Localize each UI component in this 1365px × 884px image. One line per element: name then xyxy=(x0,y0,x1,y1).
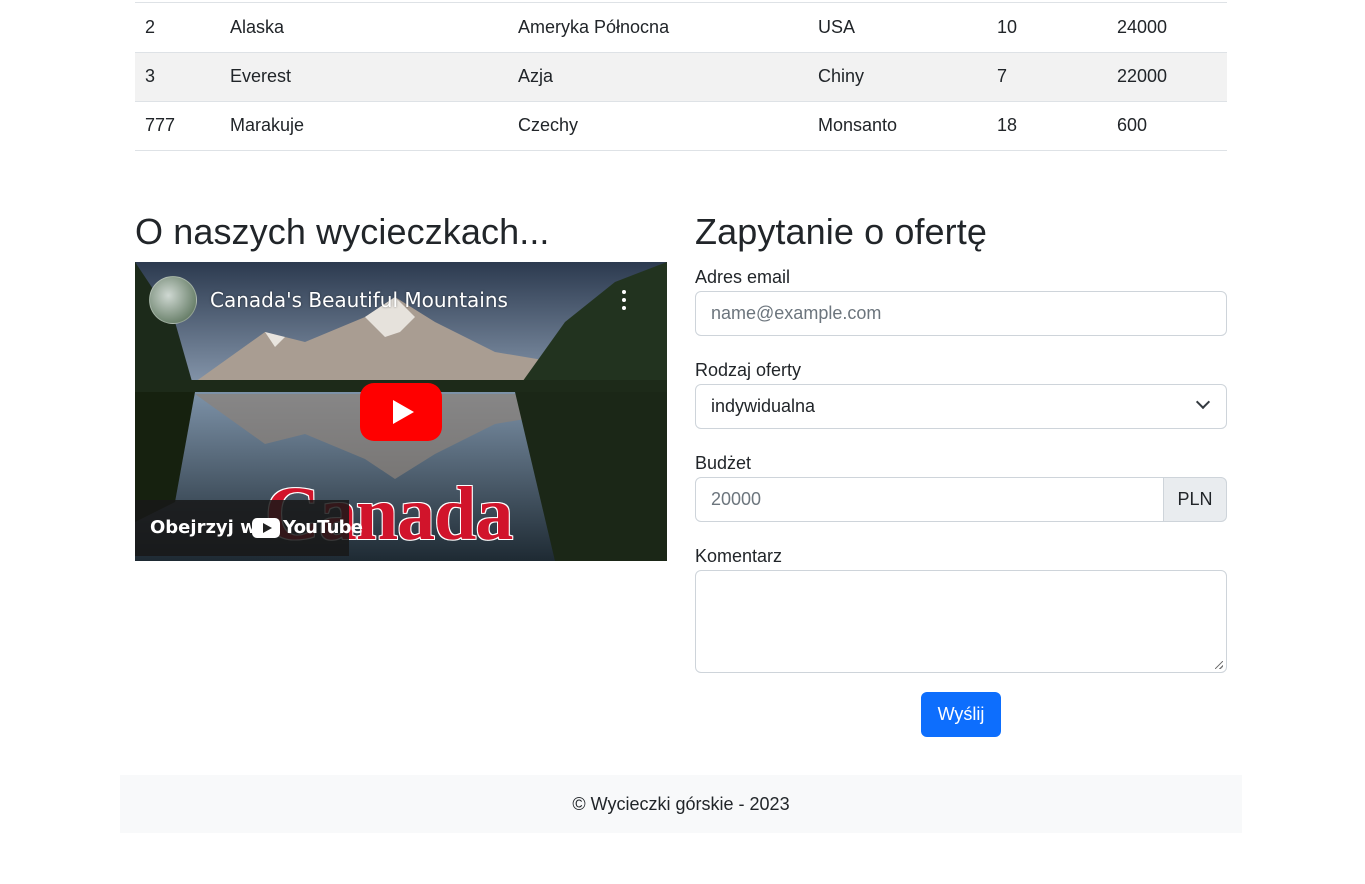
about-heading: O naszych wycieczkach... xyxy=(135,211,550,252)
cell-price: 600 xyxy=(1107,101,1227,151)
cell-id: 3 xyxy=(135,52,220,102)
comment-textarea[interactable] xyxy=(695,570,1227,673)
about-section: O naszych wycieczkach... Canada's Beauti… xyxy=(135,210,667,561)
offer-type-group: Rodzaj oferty indywidualna xyxy=(695,358,1227,429)
budget-group: Budżet 20000 PLN xyxy=(695,451,1227,522)
cell-continent: Ameryka Północna xyxy=(508,3,808,53)
cell-id: 2 xyxy=(135,3,220,53)
email-label: Adres email xyxy=(695,267,791,287)
cell-days: 7 xyxy=(987,52,1107,102)
submit-button[interactable]: Wyślij xyxy=(921,692,1001,737)
budget-label: Budżet xyxy=(695,453,752,473)
comment-group: Komentarz xyxy=(695,544,1227,673)
email-field[interactable]: name@example.com xyxy=(695,291,1227,336)
table-row: 3 Everest Azja Chiny 7 22000 xyxy=(135,52,1227,102)
offer-type-select[interactable]: indywidualna xyxy=(695,384,1227,429)
table-row: 777 Marakuje Czechy Monsanto 18 600 xyxy=(135,101,1227,151)
watch-on-youtube-button[interactable]: Obejrzyj w YouTube xyxy=(135,500,363,556)
comment-label: Komentarz xyxy=(695,546,783,566)
budget-placeholder: 20000 xyxy=(711,489,762,509)
cell-days: 18 xyxy=(987,101,1107,151)
email-group: Adres email name@example.com xyxy=(695,265,1227,336)
cell-days: 10 xyxy=(987,3,1107,53)
currency-addon: PLN xyxy=(1164,477,1227,522)
cell-continent: Azja xyxy=(508,52,808,102)
resize-handle-icon[interactable] xyxy=(1215,661,1223,669)
offer-type-value: indywidualna xyxy=(711,396,816,416)
youtube-wordmark: YouTube xyxy=(283,517,363,538)
trips-table: 2 Alaska Ameryka Północna USA 10 24000 3… xyxy=(135,0,1227,151)
cell-country: Monsanto xyxy=(808,101,987,151)
offer-type-label: Rodzaj oferty xyxy=(695,360,802,380)
chevron-down-icon xyxy=(1195,394,1211,410)
table-row: 2 Alaska Ameryka Północna USA 10 24000 xyxy=(135,3,1227,53)
video-title[interactable]: Canada's Beautiful Mountains xyxy=(210,288,508,312)
form-heading: Zapytanie o ofertę xyxy=(695,211,987,252)
cell-continent: Czechy xyxy=(508,101,808,151)
cell-price: 22000 xyxy=(1107,52,1227,102)
cell-id: 777 xyxy=(135,101,220,151)
video-embed[interactable]: Canada's Beautiful Mountains Canada Obej… xyxy=(135,262,667,561)
footer-text: © Wycieczki górskie - 2023 xyxy=(572,793,790,814)
budget-input-group: 20000 PLN xyxy=(695,477,1227,522)
email-placeholder: name@example.com xyxy=(711,303,882,323)
watch-on-label: Obejrzyj w xyxy=(150,517,257,538)
youtube-logo-icon xyxy=(252,518,280,538)
cell-price: 24000 xyxy=(1107,3,1227,53)
cell-name: Marakuje xyxy=(220,101,508,151)
more-options-icon[interactable] xyxy=(622,290,627,312)
cell-name: Alaska xyxy=(220,3,508,53)
cell-country: Chiny xyxy=(808,52,987,102)
budget-input[interactable]: 20000 xyxy=(695,477,1164,522)
cell-name: Everest xyxy=(220,52,508,102)
channel-avatar[interactable] xyxy=(149,276,197,324)
offer-form: Zapytanie o ofertę Adres email name@exam… xyxy=(695,210,1227,737)
page-footer: © Wycieczki górskie - 2023 xyxy=(120,775,1242,833)
play-button-icon[interactable] xyxy=(360,383,442,441)
cell-country: USA xyxy=(808,3,987,53)
